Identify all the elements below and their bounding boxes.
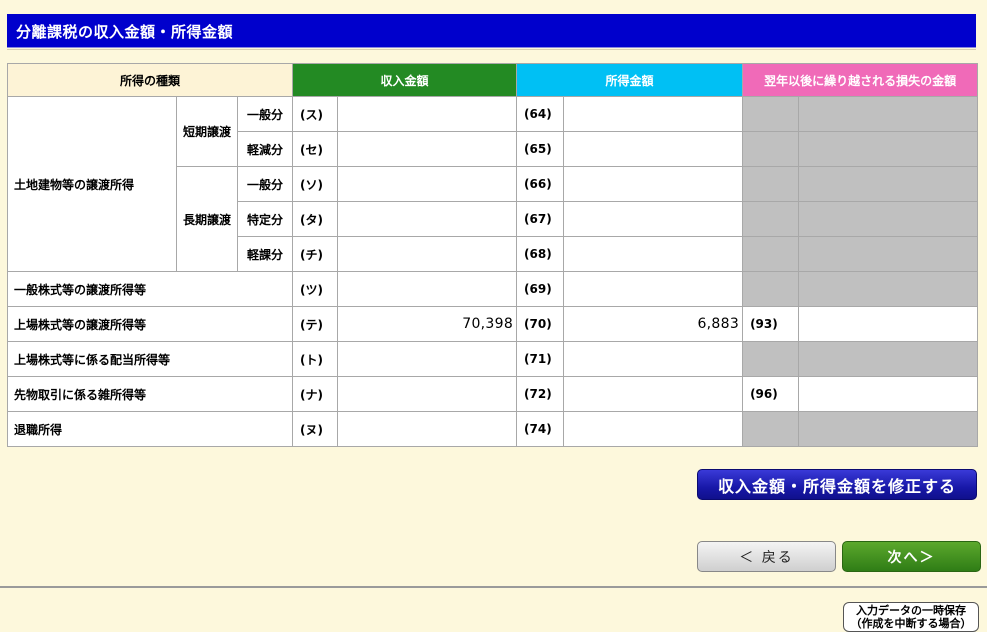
- row-code2: (69): [516, 271, 565, 307]
- row-code: (テ): [292, 306, 339, 342]
- income-cell[interactable]: [337, 201, 518, 237]
- next-button[interactable]: 次へ＞: [842, 541, 981, 572]
- loss-cell-empty: [798, 131, 979, 167]
- row-code: (ナ): [292, 376, 339, 412]
- row-label: 退職所得: [6, 411, 294, 447]
- row-code2: (74): [516, 411, 565, 447]
- loss-code-empty: [742, 236, 800, 272]
- income-table: 所得の種類 収入金額 所得金額 翌年以後に繰り越される損失の金額 土地建物等の譲…: [6, 63, 979, 447]
- row-code: (ツ): [292, 271, 339, 307]
- loss-code-empty: [742, 96, 800, 132]
- loss-cell-empty: [798, 341, 979, 377]
- loss-code-empty: [742, 271, 800, 307]
- land-group-label: 土地建物等の譲渡所得: [7, 96, 177, 272]
- loss-code-empty: [742, 341, 800, 377]
- income-cell[interactable]: [337, 236, 518, 272]
- amount-cell[interactable]: [563, 201, 744, 237]
- temp-save-label: 入力データの一時保存: [856, 604, 966, 617]
- back-button[interactable]: ＜ 戻る: [697, 541, 836, 572]
- long-term-label: 長期譲渡: [176, 166, 238, 272]
- amount-cell[interactable]: [563, 376, 744, 412]
- row-code2: (65): [516, 131, 565, 167]
- income-cell[interactable]: [337, 411, 518, 447]
- row-label: 上場株式等に係る配当所得等: [6, 341, 294, 377]
- loss-code-empty: [742, 166, 800, 202]
- loss-cell-empty: [798, 96, 979, 132]
- table-row: 一般株式等の譲渡所得等 (ツ) (69): [6, 271, 979, 307]
- row-code: (ソ): [292, 166, 339, 202]
- loss-code-empty: [742, 131, 800, 167]
- table-row: 土地建物等の譲渡所得 短期譲渡 一般分 (ス) (64): [7, 96, 979, 272]
- table-row: 先物取引に係る雑所得等 (ナ) (72) (96): [6, 376, 979, 412]
- title-divider: [7, 49, 976, 50]
- row-code2: (66): [516, 166, 565, 202]
- amount-cell[interactable]: [563, 166, 744, 202]
- row-code: (セ): [292, 131, 339, 167]
- page-title-bar: 分離課税の収入金額・所得金額: [7, 14, 976, 48]
- loss-cell[interactable]: [798, 376, 979, 412]
- loss-cell[interactable]: [798, 306, 979, 342]
- row-code2: (72): [516, 376, 565, 412]
- loss-code-empty: [742, 201, 800, 237]
- row-code3: (93): [742, 306, 800, 342]
- amount-cell[interactable]: [563, 341, 744, 377]
- row-code: (タ): [292, 201, 339, 237]
- loss-code-empty: [742, 411, 800, 447]
- row-sub-label: 一般分: [236, 96, 294, 132]
- income-cell[interactable]: [337, 376, 518, 412]
- short-term-label: 短期譲渡: [176, 96, 238, 167]
- amount-cell[interactable]: [563, 236, 744, 272]
- row-code2: (71): [516, 341, 565, 377]
- header-income: 収入金額: [292, 63, 518, 97]
- loss-cell-empty: [798, 411, 979, 447]
- income-cell[interactable]: [337, 131, 518, 167]
- row-sub-label: 特定分: [236, 201, 294, 237]
- table-row: 上場株式等に係る配当所得等 (ト) (71): [6, 341, 979, 377]
- loss-cell-empty: [798, 166, 979, 202]
- amount-cell[interactable]: [563, 411, 744, 447]
- row-code3: (96): [742, 376, 800, 412]
- amount-cell[interactable]: [563, 131, 744, 167]
- header-loss: 翌年以後に繰り越される損失の金額: [742, 63, 979, 97]
- loss-cell-empty: [798, 271, 979, 307]
- row-label: 上場株式等の譲渡所得等: [6, 306, 294, 342]
- temp-save-sublabel: （作成を中断する場合）: [850, 617, 972, 630]
- row-sub-label: 軽課分: [236, 236, 294, 272]
- row-label: 先物取引に係る雑所得等: [6, 376, 294, 412]
- row-code: (ス): [292, 96, 339, 132]
- row-sub-label: 軽減分: [236, 131, 294, 167]
- row-sub-label: 一般分: [236, 166, 294, 202]
- table-header-row: 所得の種類 収入金額 所得金額 翌年以後に繰り越される損失の金額: [6, 63, 979, 97]
- row-code: (ヌ): [292, 411, 339, 447]
- amount-cell[interactable]: [563, 271, 744, 307]
- page-title: 分離課税の収入金額・所得金額: [16, 23, 234, 41]
- row-code2: (68): [516, 236, 565, 272]
- header-kind: 所得の種類: [6, 63, 294, 97]
- income-cell[interactable]: 70,398: [337, 306, 518, 342]
- income-cell[interactable]: [337, 341, 518, 377]
- temp-save-button[interactable]: 入力データの一時保存 （作成を中断する場合）: [843, 602, 979, 632]
- table-row: 上場株式等の譲渡所得等 (テ) 70,398 (70) 6,883 (93): [6, 306, 979, 342]
- footer-divider: [0, 586, 987, 588]
- amount-cell[interactable]: [563, 96, 744, 132]
- row-code2: (67): [516, 201, 565, 237]
- income-cell[interactable]: [337, 271, 518, 307]
- edit-amounts-button[interactable]: 収入金額・所得金額を修正する: [697, 469, 977, 500]
- row-code: (チ): [292, 236, 339, 272]
- row-code2: (70): [516, 306, 565, 342]
- row-code: (ト): [292, 341, 339, 377]
- table-row: 退職所得 (ヌ) (74): [6, 411, 979, 447]
- header-amount: 所得金額: [516, 63, 744, 97]
- amount-cell[interactable]: 6,883: [563, 306, 744, 342]
- income-cell[interactable]: [337, 96, 518, 132]
- row-code2: (64): [516, 96, 565, 132]
- row-label: 一般株式等の譲渡所得等: [6, 271, 294, 307]
- income-cell[interactable]: [337, 166, 518, 202]
- loss-cell-empty: [798, 236, 979, 272]
- loss-cell-empty: [798, 201, 979, 237]
